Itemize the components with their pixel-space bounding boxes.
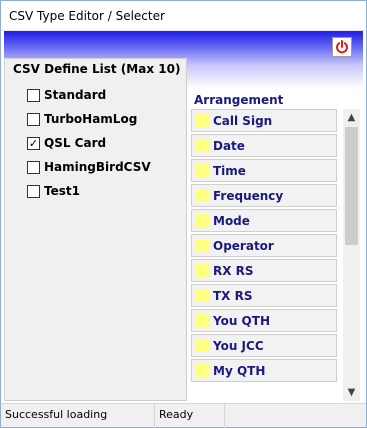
color-swatch xyxy=(196,114,209,127)
color-swatch xyxy=(196,339,209,352)
arrangement-item[interactable]: Date xyxy=(191,134,337,157)
csv-type-editor-window: CSV Type Editor / Selecter CSV Define Li… xyxy=(0,0,367,428)
csv-define-list-group: CSV Define List (Max 10) Standard TurboHa… xyxy=(4,58,187,401)
color-swatch xyxy=(196,139,209,152)
status-state: Ready xyxy=(155,404,225,428)
define-list-item[interactable]: Test1 xyxy=(27,179,151,203)
scroll-down-icon[interactable]: ▼ xyxy=(343,384,360,401)
arrangement-item[interactable]: Time xyxy=(191,159,337,182)
arrangement-item[interactable]: Mode xyxy=(191,209,337,232)
arrangement-item-label: You JCC xyxy=(213,338,264,353)
arrangement-item[interactable]: Call Sign xyxy=(191,109,337,132)
arrangement-item-label: TX RS xyxy=(213,288,253,303)
define-list-item-label: QSL Card xyxy=(44,136,107,150)
color-swatch xyxy=(196,289,209,302)
define-list-item-label: Test1 xyxy=(44,184,80,198)
arrangement-item[interactable]: TX RS xyxy=(191,284,337,307)
checkbox[interactable] xyxy=(27,112,40,126)
define-list: Standard TurboHamLog ✓ QSL Card HamingBirdCS… xyxy=(27,83,151,203)
checkbox[interactable] xyxy=(27,184,40,198)
define-list-item[interactable]: Standard xyxy=(27,83,151,107)
arrangement-list: Call Sign Date Time Frequency Mode Operator RX… xyxy=(191,109,337,384)
arrangement-item[interactable]: RX RS xyxy=(191,259,337,282)
define-list-item[interactable]: HamingBirdCSV xyxy=(27,155,151,179)
scroll-up-icon[interactable]: ▲ xyxy=(343,109,360,126)
scroll-thumb[interactable] xyxy=(345,127,358,245)
arrangement-item-label: Date xyxy=(213,138,245,153)
arrangement-item-label: RX RS xyxy=(213,263,254,278)
arrangement-item-label: You QTH xyxy=(213,313,270,328)
arrangement-item[interactable]: You QTH xyxy=(191,309,337,332)
status-bar: Successful loading Ready xyxy=(1,403,366,428)
arrangement-panel: Arrangement Call Sign Date Time Frequency Mo… xyxy=(187,90,361,401)
color-swatch xyxy=(196,364,209,377)
arrangement-item-label: My QTH xyxy=(213,363,266,378)
arrangement-item-label: Operator xyxy=(213,238,274,253)
define-list-item[interactable]: ✓ QSL Card xyxy=(27,131,151,155)
color-swatch xyxy=(196,164,209,177)
color-swatch xyxy=(196,214,209,227)
window-title: CSV Type Editor / Selecter xyxy=(9,9,165,23)
color-swatch xyxy=(196,314,209,327)
arrangement-label: Arrangement xyxy=(194,93,284,107)
checkbox[interactable] xyxy=(27,160,40,174)
arrangement-item[interactable]: Frequency xyxy=(191,184,337,207)
define-list-item-label: HamingBirdCSV xyxy=(44,160,151,174)
define-list-title: CSV Define List (Max 10) xyxy=(13,62,181,76)
arrangement-item-label: Call Sign xyxy=(213,113,273,128)
arrangement-scrollbar[interactable]: ▲ ▼ xyxy=(343,109,360,401)
arrangement-item-label: Time xyxy=(213,163,246,178)
power-icon xyxy=(336,40,348,54)
arrangement-item[interactable]: You JCC xyxy=(191,334,337,357)
arrangement-item-label: Mode xyxy=(213,213,250,228)
checkbox[interactable] xyxy=(27,88,40,102)
arrangement-item-label: Frequency xyxy=(213,188,284,203)
arrangement-item[interactable]: Operator xyxy=(191,234,337,257)
status-message: Successful loading xyxy=(1,404,155,428)
define-list-item[interactable]: TurboHamLog xyxy=(27,107,151,131)
color-swatch xyxy=(196,239,209,252)
power-button[interactable] xyxy=(332,37,352,57)
title-bar: CSV Type Editor / Selecter xyxy=(1,1,366,31)
color-swatch xyxy=(196,189,209,202)
define-list-item-label: Standard xyxy=(44,88,107,102)
color-swatch xyxy=(196,264,209,277)
arrangement-item[interactable]: My QTH xyxy=(191,359,337,382)
define-list-item-label: TurboHamLog xyxy=(44,112,138,126)
checkbox[interactable]: ✓ xyxy=(27,136,40,150)
